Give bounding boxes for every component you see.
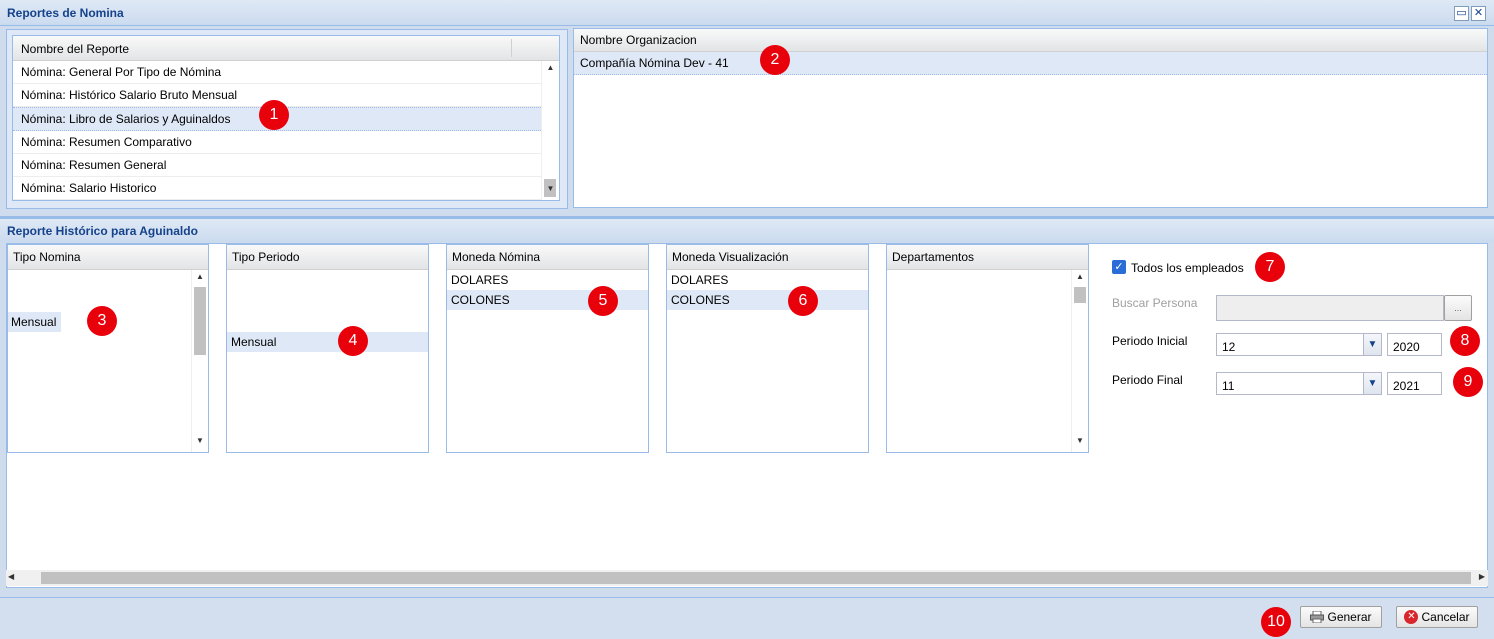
periodo-final-month-value: 11	[1222, 379, 1235, 393]
scroll-down-icon[interactable]: ▼	[542, 184, 559, 198]
badge-3: 3	[87, 306, 117, 336]
cancelar-button[interactable]: ✕ Cancelar	[1396, 606, 1478, 628]
tipo-periodo-list: Tipo Periodo Mensual	[226, 244, 429, 453]
tipo-nomina-item-label: Mensual	[11, 315, 57, 329]
badge-5: 5	[588, 286, 618, 316]
org-row-label: Compañía Nómina Dev - 41	[580, 56, 729, 70]
generar-button-label: Generar	[1327, 610, 1372, 624]
badge-2: 2	[760, 45, 790, 75]
section-title: Reporte Histórico para Aguinaldo	[7, 224, 198, 238]
scroll-down-icon[interactable]: ▼	[192, 436, 208, 450]
tipo-nomina-header: Tipo Nomina	[8, 245, 208, 270]
report-row[interactable]: Nómina: Resumen General	[13, 154, 559, 177]
scroll-up-icon[interactable]: ▲	[192, 272, 208, 286]
scroll-down-icon[interactable]: ▼	[1072, 436, 1088, 450]
generar-button[interactable]: Generar	[1300, 606, 1382, 628]
moneda-visualizacion-item-label: COLONES	[671, 293, 730, 307]
periodo-final-month-select[interactable]: 11 ▼	[1216, 372, 1382, 395]
cancelar-button-label: Cancelar	[1421, 610, 1470, 624]
moneda-visualizacion-header-label: Moneda Visualización	[672, 250, 789, 264]
section-header: Reporte Histórico para Aguinaldo	[0, 216, 1494, 242]
report-grid-scrollbar[interactable]: ▲ ▼	[541, 61, 559, 200]
scroll-up-icon[interactable]: ▲	[1072, 272, 1088, 286]
moneda-nomina-header: Moneda Nómina	[447, 245, 648, 270]
tipo-nomina-header-label: Tipo Nomina	[13, 250, 81, 264]
chevron-down-icon[interactable]: ▼	[1363, 373, 1381, 394]
todos-empleados-checkbox[interactable]: ✓	[1112, 260, 1126, 274]
report-grid-header[interactable]: Nombre del Reporte	[13, 36, 559, 61]
tipo-periodo-item-label: Mensual	[231, 335, 277, 349]
window-title-bar: Reportes de Nomina ▭ ✕	[0, 0, 1494, 26]
scroll-thumb[interactable]	[1074, 287, 1086, 303]
window-title: Reportes de Nomina	[7, 6, 124, 20]
org-row-selected[interactable]: Compañía Nómina Dev - 41	[574, 52, 1487, 75]
badge-6: 6	[788, 286, 818, 316]
report-row-label: Nómina: General Por Tipo de Nómina	[21, 65, 222, 79]
periodo-inicial-year-value: 2020	[1393, 340, 1420, 354]
moneda-visualizacion-item-label: DOLARES	[671, 273, 729, 287]
moneda-nomina-item[interactable]: DOLARES	[447, 270, 648, 290]
report-grid-header-label: Nombre del Reporte	[21, 42, 130, 56]
periodo-final-label: Periodo Final	[1112, 373, 1183, 387]
org-grid-header[interactable]: Nombre Organizacion	[574, 29, 1487, 52]
report-row-label: Nómina: Libro de Salarios y Aguinaldos	[21, 112, 231, 126]
tipo-periodo-item[interactable]: Mensual	[227, 332, 428, 352]
periodo-inicial-year-input[interactable]: 2020	[1387, 333, 1442, 356]
departamentos-header-label: Departamentos	[892, 250, 975, 264]
report-row-label: Nómina: Salario Historico	[21, 181, 157, 195]
report-row[interactable]: Nómina: General Por Tipo de Nómina	[13, 61, 559, 84]
report-row-label: Nómina: Histórico Salario Bruto Mensual	[21, 88, 238, 102]
tipo-nomina-item[interactable]: Mensual	[8, 312, 61, 332]
badge-10: 10	[1261, 607, 1291, 637]
maximize-icon[interactable]: ▭	[1454, 6, 1469, 21]
moneda-nomina-item-label: COLONES	[451, 293, 510, 307]
tipo-nomina-list: Tipo Nomina Mensual ▲ ▼	[7, 244, 209, 453]
printer-icon	[1310, 610, 1325, 624]
horizontal-scrollbar[interactable]: ◀ ▶	[6, 570, 1488, 586]
scroll-up-icon[interactable]: ▲	[542, 63, 559, 77]
todos-empleados-label: Todos los empleados	[1131, 261, 1244, 275]
badge-8: 8	[1450, 326, 1480, 356]
periodo-final-year-value: 2021	[1393, 379, 1420, 393]
periodo-inicial-month-value: 12	[1222, 340, 1236, 354]
badge-9: 9	[1453, 367, 1483, 397]
tipo-nomina-scrollbar[interactable]: ▲ ▼	[191, 270, 208, 452]
chevron-down-icon[interactable]: ▼	[1363, 334, 1381, 355]
tipo-periodo-header-label: Tipo Periodo	[232, 250, 300, 264]
periodo-inicial-label: Periodo Inicial	[1112, 334, 1188, 348]
report-row-label: Nómina: Resumen General	[21, 158, 167, 172]
org-grid-header-label: Nombre Organizacion	[580, 33, 697, 47]
cancel-icon: ✕	[1404, 610, 1419, 624]
moneda-nomina-item-label: DOLARES	[451, 273, 509, 287]
moneda-visualizacion-item-selected[interactable]: COLONES	[667, 290, 868, 310]
periodo-final-year-input[interactable]: 2021	[1387, 372, 1442, 395]
scroll-right-icon[interactable]: ▶	[1479, 572, 1485, 581]
departamentos-scrollbar[interactable]: ▲ ▼	[1071, 270, 1088, 452]
badge-4: 4	[338, 326, 368, 356]
buscar-persona-input[interactable]	[1216, 295, 1444, 321]
org-grid: Nombre Organizacion Compañía Nómina Dev …	[573, 28, 1488, 208]
report-row[interactable]: Nómina: Histórico Salario Bruto Mensual	[13, 84, 559, 107]
report-row[interactable]: Nómina: Resumen Comparativo	[13, 131, 559, 154]
departamentos-header: Departamentos	[887, 245, 1088, 270]
report-row[interactable]: Nómina: Salario Historico	[13, 177, 559, 200]
tipo-periodo-header: Tipo Periodo	[227, 245, 428, 270]
moneda-nomina-header-label: Moneda Nómina	[452, 250, 541, 264]
scroll-thumb[interactable]	[194, 287, 206, 355]
periodo-inicial-month-select[interactable]: 12 ▼	[1216, 333, 1382, 356]
moneda-nomina-list: Moneda Nómina DOLARES COLONES	[446, 244, 649, 453]
buscar-persona-label: Buscar Persona	[1112, 296, 1198, 310]
report-row-label: Nómina: Resumen Comparativo	[21, 135, 192, 149]
departamentos-list: Departamentos ▲ ▼	[886, 244, 1089, 453]
moneda-visualizacion-list: Moneda Visualización DOLARES COLONES	[666, 244, 869, 453]
scroll-left-icon[interactable]: ◀	[8, 572, 14, 581]
moneda-visualizacion-item[interactable]: DOLARES	[667, 270, 868, 290]
scroll-thumb[interactable]	[41, 572, 1471, 584]
close-icon[interactable]: ✕	[1471, 6, 1486, 21]
badge-1: 1	[259, 100, 289, 130]
moneda-visualizacion-header: Moneda Visualización	[667, 245, 868, 270]
badge-7: 7	[1255, 252, 1285, 282]
buscar-persona-button[interactable]: ...	[1444, 295, 1472, 321]
